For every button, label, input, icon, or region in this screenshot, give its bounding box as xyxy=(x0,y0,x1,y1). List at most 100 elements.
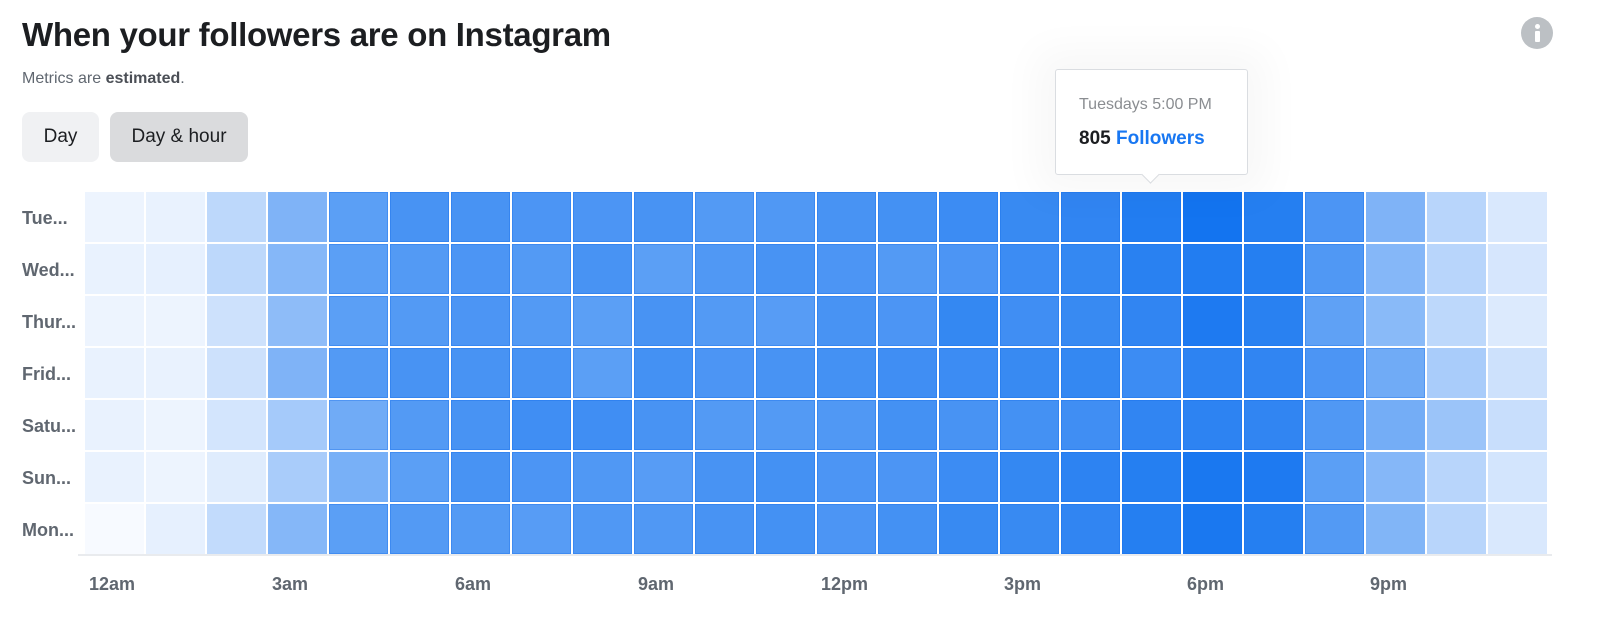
heatmap-cell[interactable] xyxy=(451,504,510,554)
heatmap-cell[interactable] xyxy=(1244,504,1303,554)
heatmap-cell[interactable] xyxy=(146,192,205,242)
heatmap-cell[interactable] xyxy=(329,400,388,450)
heatmap-cell[interactable] xyxy=(512,244,571,294)
heatmap-cell[interactable] xyxy=(817,244,876,294)
heatmap-cell[interactable] xyxy=(207,348,266,398)
heatmap-cell[interactable] xyxy=(878,244,937,294)
heatmap-cell[interactable] xyxy=(146,244,205,294)
heatmap-cell[interactable] xyxy=(1061,452,1120,502)
heatmap-cell[interactable] xyxy=(817,504,876,554)
heatmap-cell[interactable] xyxy=(1488,244,1547,294)
heatmap-cell[interactable] xyxy=(695,400,754,450)
heatmap-cell[interactable] xyxy=(1244,192,1303,242)
heatmap-cell[interactable] xyxy=(1244,296,1303,346)
heatmap-cell[interactable] xyxy=(1000,192,1059,242)
heatmap-cell[interactable] xyxy=(207,192,266,242)
heatmap-cell[interactable] xyxy=(756,348,815,398)
heatmap-cell[interactable] xyxy=(1244,348,1303,398)
heatmap-cell[interactable] xyxy=(1305,400,1364,450)
heatmap-cell[interactable] xyxy=(329,452,388,502)
heatmap-cell[interactable] xyxy=(451,296,510,346)
heatmap-cell[interactable] xyxy=(939,244,998,294)
heatmap-cell[interactable] xyxy=(390,192,449,242)
heatmap-cell[interactable] xyxy=(1366,296,1425,346)
heatmap-cell[interactable] xyxy=(268,348,327,398)
heatmap-cell[interactable] xyxy=(756,296,815,346)
heatmap-cell[interactable] xyxy=(329,296,388,346)
heatmap-cell[interactable] xyxy=(1183,244,1242,294)
heatmap-cell[interactable] xyxy=(1366,400,1425,450)
heatmap-cell[interactable] xyxy=(1061,192,1120,242)
heatmap-cell[interactable] xyxy=(1488,452,1547,502)
heatmap-cell[interactable] xyxy=(1488,348,1547,398)
heatmap-cell[interactable] xyxy=(817,452,876,502)
heatmap-cell[interactable] xyxy=(878,452,937,502)
heatmap-cell[interactable] xyxy=(695,504,754,554)
heatmap-cell[interactable] xyxy=(1427,296,1486,346)
heatmap-cell[interactable] xyxy=(939,192,998,242)
heatmap-cell[interactable] xyxy=(1183,192,1242,242)
heatmap-cell[interactable] xyxy=(1305,348,1364,398)
heatmap-cell[interactable] xyxy=(1427,348,1486,398)
heatmap-cell[interactable] xyxy=(1488,192,1547,242)
heatmap-cell[interactable] xyxy=(1061,348,1120,398)
heatmap-cell[interactable] xyxy=(1183,452,1242,502)
heatmap-cell[interactable] xyxy=(390,504,449,554)
heatmap-cell[interactable] xyxy=(451,452,510,502)
heatmap-cell[interactable] xyxy=(573,504,632,554)
heatmap-cell[interactable] xyxy=(756,244,815,294)
heatmap-cell[interactable] xyxy=(1122,504,1181,554)
heatmap-cell[interactable] xyxy=(329,192,388,242)
heatmap-cell[interactable] xyxy=(756,400,815,450)
heatmap-cell[interactable] xyxy=(634,296,693,346)
info-icon[interactable] xyxy=(1521,17,1553,49)
heatmap-cell[interactable] xyxy=(1061,504,1120,554)
heatmap-cell[interactable] xyxy=(573,452,632,502)
heatmap-cell[interactable] xyxy=(1122,192,1181,242)
heatmap-cell[interactable] xyxy=(634,400,693,450)
heatmap-cell[interactable] xyxy=(146,348,205,398)
heatmap-cell[interactable] xyxy=(390,348,449,398)
heatmap-cell[interactable] xyxy=(1061,296,1120,346)
heatmap-cell[interactable] xyxy=(1427,244,1486,294)
heatmap-cell[interactable] xyxy=(1305,452,1364,502)
heatmap-cell[interactable] xyxy=(329,244,388,294)
heatmap-cell[interactable] xyxy=(817,296,876,346)
heatmap-cell[interactable] xyxy=(146,296,205,346)
heatmap-cell[interactable] xyxy=(1366,192,1425,242)
heatmap-cell[interactable] xyxy=(1000,244,1059,294)
heatmap-cell[interactable] xyxy=(512,452,571,502)
heatmap-cell[interactable] xyxy=(1000,504,1059,554)
heatmap-cell[interactable] xyxy=(695,348,754,398)
heatmap-cell[interactable] xyxy=(329,348,388,398)
heatmap-cell[interactable] xyxy=(146,400,205,450)
heatmap-cell[interactable] xyxy=(85,400,144,450)
heatmap-cell[interactable] xyxy=(390,296,449,346)
heatmap-cell[interactable] xyxy=(1366,504,1425,554)
heatmap-cell[interactable] xyxy=(268,296,327,346)
heatmap-cell[interactable] xyxy=(1427,452,1486,502)
heatmap-cell[interactable] xyxy=(573,348,632,398)
heatmap-cell[interactable] xyxy=(939,400,998,450)
heatmap-cell[interactable] xyxy=(512,296,571,346)
heatmap-cell[interactable] xyxy=(634,452,693,502)
heatmap-cell[interactable] xyxy=(85,504,144,554)
heatmap-cell[interactable] xyxy=(207,296,266,346)
heatmap-cell[interactable] xyxy=(695,452,754,502)
heatmap-cell[interactable] xyxy=(1427,400,1486,450)
heatmap-cell[interactable] xyxy=(85,348,144,398)
heatmap-cell[interactable] xyxy=(85,452,144,502)
heatmap-cell[interactable] xyxy=(878,400,937,450)
heatmap-cell[interactable] xyxy=(512,504,571,554)
heatmap-cell[interactable] xyxy=(1000,296,1059,346)
heatmap-cell[interactable] xyxy=(1183,400,1242,450)
heatmap-cell[interactable] xyxy=(1061,244,1120,294)
heatmap-cell[interactable] xyxy=(695,296,754,346)
heatmap-cell[interactable] xyxy=(939,452,998,502)
heatmap-cell[interactable] xyxy=(1122,400,1181,450)
heatmap-cell[interactable] xyxy=(573,296,632,346)
heatmap-cell[interactable] xyxy=(85,192,144,242)
heatmap-cell[interactable] xyxy=(1305,192,1364,242)
heatmap-cell[interactable] xyxy=(1366,452,1425,502)
heatmap-cell[interactable] xyxy=(817,192,876,242)
